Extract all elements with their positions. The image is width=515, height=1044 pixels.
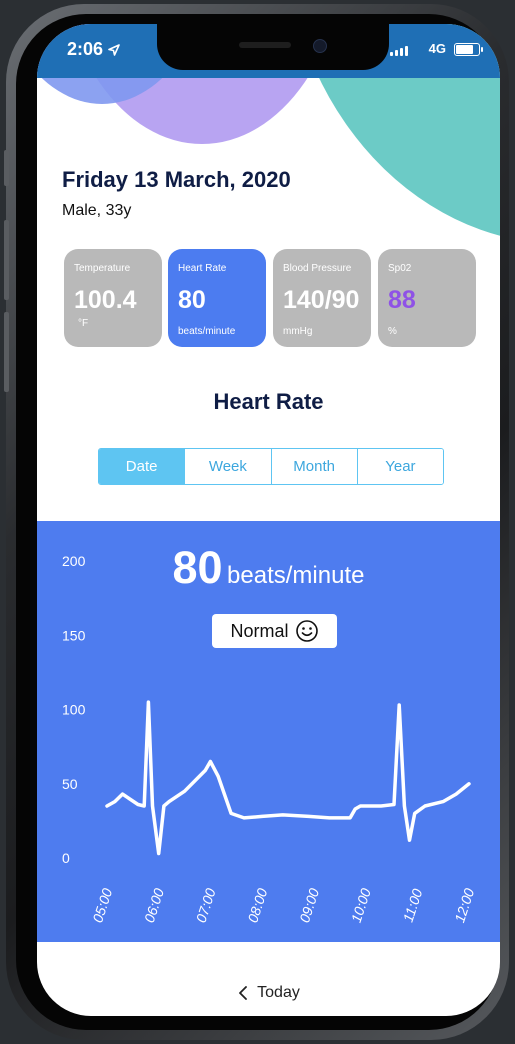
x-tick-label: 09:00 <box>296 886 322 924</box>
status-time-text: 2:06 <box>67 39 104 59</box>
reading-value: 80 <box>172 542 223 593</box>
chevron-left-icon <box>239 986 248 1000</box>
card-value: 88 <box>388 286 416 314</box>
y-tick-label: 150 <box>62 627 86 643</box>
card-unit: % <box>388 326 397 337</box>
x-tick-label: 12:00 <box>451 886 477 924</box>
tab-date[interactable]: Date <box>99 449 186 484</box>
y-tick-label: 100 <box>62 702 86 718</box>
x-tick-label: 08:00 <box>244 886 270 924</box>
time-range-selector: Date Week Month Year <box>98 448 444 485</box>
card-unit: °F <box>78 318 89 329</box>
speaker-grille <box>239 42 291 48</box>
heart-rate-card[interactable]: Heart Rate 80 beats/minute <box>168 249 266 347</box>
volume-up-button <box>4 220 9 300</box>
tab-year[interactable]: Year <box>357 449 443 484</box>
blood-pressure-card[interactable]: Blood Pressure 140/90 mmHg <box>273 249 371 347</box>
card-value: 100.4 <box>74 286 137 314</box>
card-value: 80 <box>178 286 206 314</box>
x-tick-label: 07:00 <box>193 886 219 924</box>
battery-icon <box>454 43 483 56</box>
card-label: Temperature <box>74 263 131 274</box>
heart-rate-line <box>105 700 471 856</box>
cellular-signal-icon <box>390 46 408 56</box>
current-reading: 80 beats/minute <box>37 542 500 594</box>
tab-week[interactable]: Week <box>185 449 272 484</box>
card-value: 140/90 <box>283 286 360 314</box>
x-tick-label: 11:00 <box>400 887 426 924</box>
card-label: Heart Rate <box>178 263 227 274</box>
mute-switch <box>4 150 9 186</box>
status-text: Normal <box>230 620 289 641</box>
y-tick-label: 50 <box>62 776 78 792</box>
volume-down-button <box>4 312 9 392</box>
notch <box>157 24 389 70</box>
today-nav[interactable]: Today <box>37 984 500 1002</box>
spo2-card[interactable]: Sp02 88 % <box>378 249 476 347</box>
section-title: Heart Rate <box>213 389 324 414</box>
card-label: Blood Pressure <box>283 263 352 274</box>
x-tick-label: 06:00 <box>141 886 167 924</box>
card-label: Sp02 <box>388 263 412 274</box>
card-unit: beats/minute <box>178 326 236 337</box>
front-camera <box>313 39 327 53</box>
patient-info: Male, 33y <box>62 202 132 219</box>
page-title: Friday 13 March, 2020 <box>62 167 291 192</box>
status-time: 2:06 <box>67 39 120 60</box>
temperature-card[interactable]: Temperature 100.4 °F <box>64 249 162 347</box>
y-tick-label: 0 <box>62 850 70 866</box>
network-type: 4G <box>428 41 446 56</box>
location-arrow-icon <box>108 44 120 57</box>
card-unit: mmHg <box>283 326 313 337</box>
tab-month[interactable]: Month <box>271 449 358 484</box>
smiley-face-icon <box>295 620 318 642</box>
today-label: Today <box>257 984 300 1001</box>
x-tick-label: 05:00 <box>89 886 115 924</box>
reading-unit: beats/minute <box>227 562 365 589</box>
status-badge: Normal <box>212 614 337 648</box>
app-screen: 2:06 4G Friday 13 March, 2020 Male, 33y … <box>37 24 500 1016</box>
x-tick-label: 10:00 <box>348 886 374 924</box>
